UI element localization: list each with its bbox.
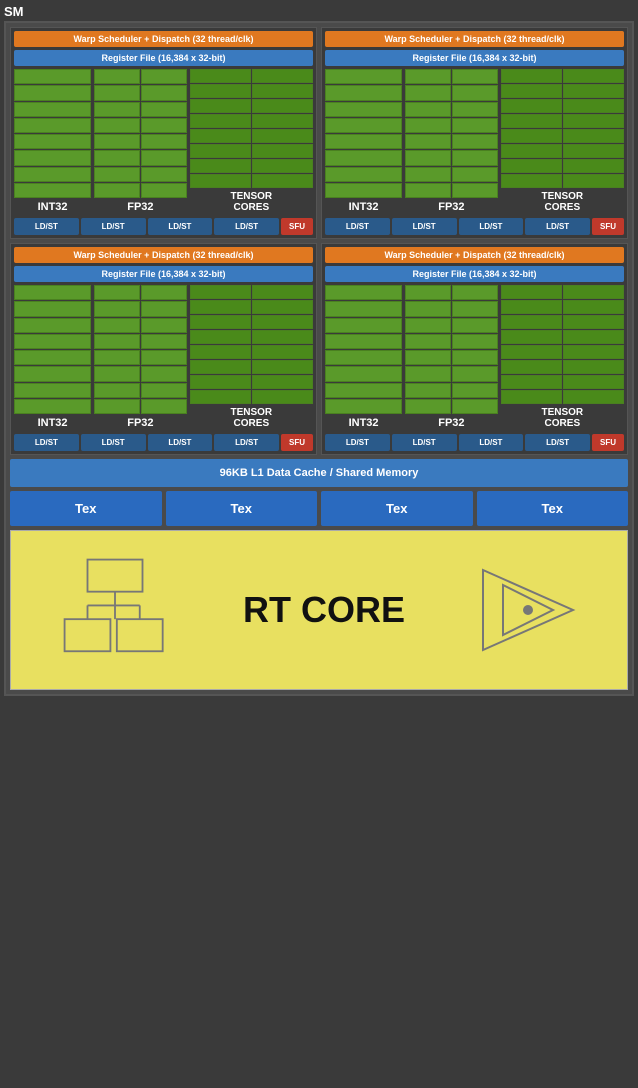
fp32-col-tr: FP32 (405, 69, 498, 213)
ldst-2-br: LD/ST (459, 434, 524, 451)
ldst-2-bl: LD/ST (148, 434, 213, 451)
ldst-1-br: LD/ST (392, 434, 457, 451)
sfu-br: SFU (592, 434, 624, 451)
core-grid-bl: INT32 FP32 (14, 285, 313, 429)
ldst-3-tl: LD/ST (214, 218, 279, 235)
warp-scheduler-tr: Warp Scheduler + Dispatch (32 thread/clk… (325, 31, 624, 47)
warp-unit-br: Warp Scheduler + Dispatch (32 thread/clk… (321, 243, 628, 455)
core-grid-br: INT32 FP32 (325, 285, 624, 429)
warp-unit-tr: Warp Scheduler + Dispatch (32 thread/clk… (321, 27, 628, 239)
fp32-label-bl: FP32 (94, 417, 187, 429)
tex-row: Tex Tex Tex Tex (10, 491, 628, 526)
bottom-units-tl: LD/ST LD/ST LD/ST LD/ST SFU (14, 218, 313, 235)
int32-col-tr: INT32 (325, 69, 402, 213)
ldst-3-bl: LD/ST (214, 434, 279, 451)
ldst-1-bl: LD/ST (81, 434, 146, 451)
int32-label-br: INT32 (325, 417, 402, 429)
rt-diagram-left-svg (55, 555, 175, 665)
warp-unit-tl: Warp Scheduler + Dispatch (32 thread/clk… (10, 27, 317, 239)
tensor-col-bl: TENSOR CORES (190, 285, 313, 429)
tex-unit-1: Tex (166, 491, 318, 526)
ldst-0-bl: LD/ST (14, 434, 79, 451)
fp32-label-tr: FP32 (405, 201, 498, 213)
int32-label-tl: INT32 (14, 201, 91, 213)
rt-diagram-right-svg (473, 555, 583, 665)
tensor-label-bl: TENSOR CORES (190, 407, 313, 429)
register-file-tl: Register File (16,384 x 32-bit) (14, 50, 313, 66)
core-grid-tl: INT32 FP32 (14, 69, 313, 213)
int32-col-tl: INT32 (14, 69, 91, 213)
rt-core-label: RT CORE (243, 589, 405, 631)
warp-scheduler-bl: Warp Scheduler + Dispatch (32 thread/clk… (14, 247, 313, 263)
l1-cache-bar: 96KB L1 Data Cache / Shared Memory (10, 459, 628, 487)
sfu-tl: SFU (281, 218, 313, 235)
sm-label: SM (4, 4, 24, 19)
tex-unit-0: Tex (10, 491, 162, 526)
ldst-1-tl: LD/ST (81, 218, 146, 235)
rt-core-section: RT CORE (10, 530, 628, 690)
fp32-col-tl: FP32 (94, 69, 187, 213)
core-grid-tr: INT32 FP32 (325, 69, 624, 213)
sfu-tr: SFU (592, 218, 624, 235)
ldst-1-tr: LD/ST (392, 218, 457, 235)
warp-scheduler-br: Warp Scheduler + Dispatch (32 thread/clk… (325, 247, 624, 263)
fp32-label-tl: FP32 (94, 201, 187, 213)
tensor-label-tl: TENSOR CORES (190, 191, 313, 213)
bottom-units-bl: LD/ST LD/ST LD/ST LD/ST SFU (14, 434, 313, 451)
int32-label-tr: INT32 (325, 201, 402, 213)
tensor-col-tr: TENSOR CORES (501, 69, 624, 213)
fp32-col-br: FP32 (405, 285, 498, 429)
quad-grid: Warp Scheduler + Dispatch (32 thread/clk… (10, 27, 628, 455)
tensor-label-tr: TENSOR CORES (501, 191, 624, 213)
ldst-3-tr: LD/ST (525, 218, 590, 235)
int32-col-bl: INT32 (14, 285, 91, 429)
tex-unit-3: Tex (477, 491, 629, 526)
register-file-bl: Register File (16,384 x 32-bit) (14, 266, 313, 282)
sm-container: Warp Scheduler + Dispatch (32 thread/clk… (4, 21, 634, 696)
warp-scheduler-tl: Warp Scheduler + Dispatch (32 thread/clk… (14, 31, 313, 47)
ldst-0-tl: LD/ST (14, 218, 79, 235)
ldst-3-br: LD/ST (525, 434, 590, 451)
ldst-0-tr: LD/ST (325, 218, 390, 235)
tensor-col-br: TENSOR CORES (501, 285, 624, 429)
int32-label-bl: INT32 (14, 417, 91, 429)
ldst-2-tr: LD/ST (459, 218, 524, 235)
tex-unit-2: Tex (321, 491, 473, 526)
bottom-units-tr: LD/ST LD/ST LD/ST LD/ST SFU (325, 218, 624, 235)
ldst-0-br: LD/ST (325, 434, 390, 451)
fp32-col-bl: FP32 (94, 285, 187, 429)
sfu-bl: SFU (281, 434, 313, 451)
fp32-label-br: FP32 (405, 417, 498, 429)
register-file-tr: Register File (16,384 x 32-bit) (325, 50, 624, 66)
tensor-col-tl: TENSOR CORES (190, 69, 313, 213)
register-file-br: Register File (16,384 x 32-bit) (325, 266, 624, 282)
bottom-units-br: LD/ST LD/ST LD/ST LD/ST SFU (325, 434, 624, 451)
int32-col-br: INT32 (325, 285, 402, 429)
warp-unit-bl: Warp Scheduler + Dispatch (32 thread/clk… (10, 243, 317, 455)
tensor-label-br: TENSOR CORES (501, 407, 624, 429)
ldst-2-tl: LD/ST (148, 218, 213, 235)
